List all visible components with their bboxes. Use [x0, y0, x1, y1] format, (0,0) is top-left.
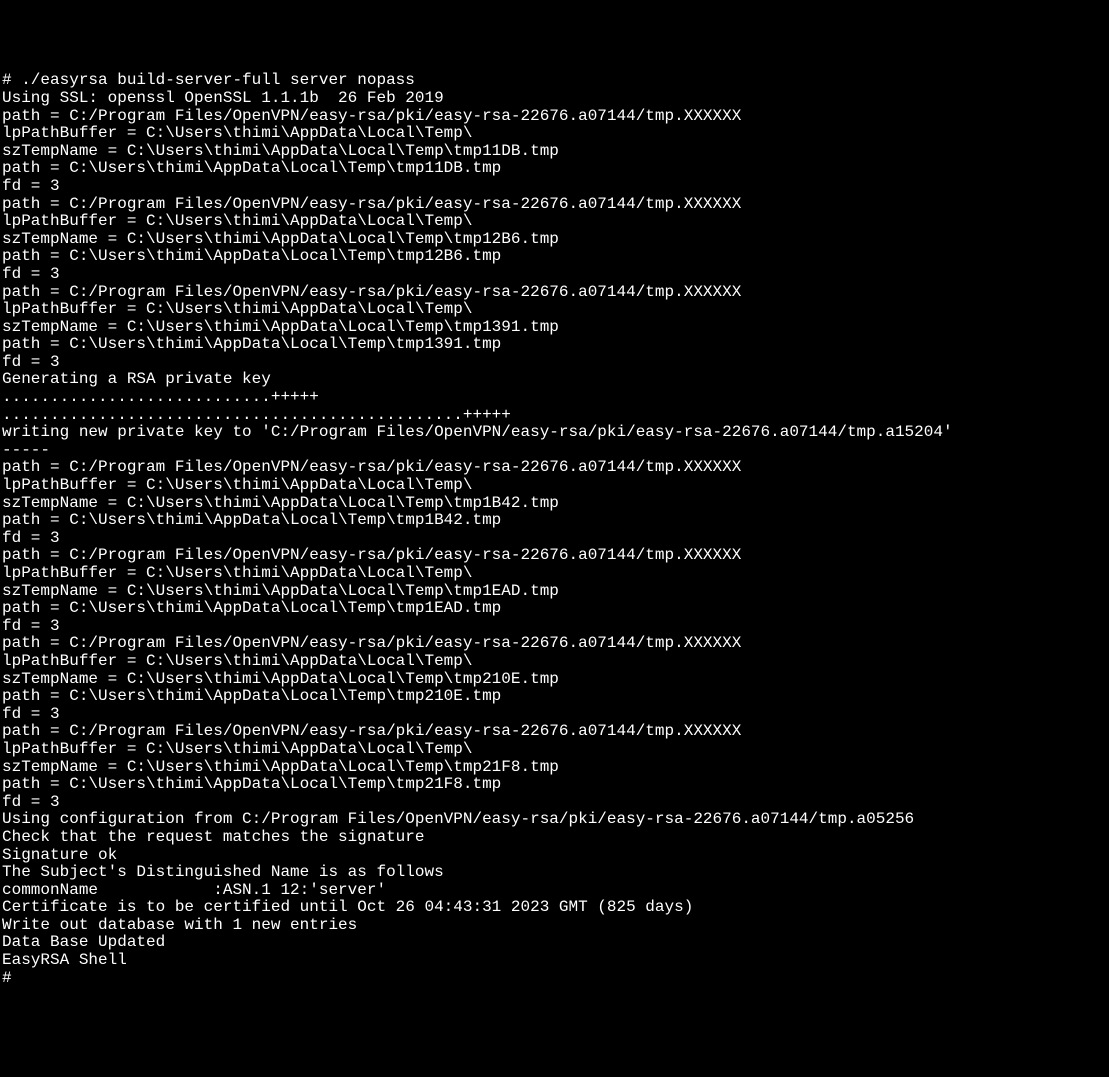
terminal-line: #: [2, 970, 1107, 988]
terminal-line: fd = 3: [2, 266, 1107, 284]
terminal-line: fd = 3: [2, 794, 1107, 812]
terminal-line: ........................................…: [2, 407, 1107, 425]
terminal-line: fd = 3: [2, 354, 1107, 372]
terminal-line: szTempName = C:\Users\thimi\AppData\Loca…: [2, 671, 1107, 689]
terminal-line: path = C:/Program Files/OpenVPN/easy-rsa…: [2, 108, 1107, 126]
terminal-line: Data Base Updated: [2, 934, 1107, 952]
terminal-line: lpPathBuffer = C:\Users\thimi\AppData\Lo…: [2, 301, 1107, 319]
terminal-line: path = C:/Program Files/OpenVPN/easy-rsa…: [2, 635, 1107, 653]
terminal-line: EasyRSA Shell: [2, 952, 1107, 970]
terminal-line: path = C:/Program Files/OpenVPN/easy-rsa…: [2, 459, 1107, 477]
terminal-line: Check that the request matches the signa…: [2, 829, 1107, 847]
terminal-output[interactable]: # ./easyrsa build-server-full server nop…: [2, 72, 1107, 987]
terminal-line: szTempName = C:\Users\thimi\AppData\Loca…: [2, 143, 1107, 161]
terminal-line: path = C:/Program Files/OpenVPN/easy-rsa…: [2, 723, 1107, 741]
terminal-line: szTempName = C:\Users\thimi\AppData\Loca…: [2, 583, 1107, 601]
terminal-line: The Subject's Distinguished Name is as f…: [2, 864, 1107, 882]
terminal-line: szTempName = C:\Users\thimi\AppData\Loca…: [2, 231, 1107, 249]
terminal-line: lpPathBuffer = C:\Users\thimi\AppData\Lo…: [2, 477, 1107, 495]
terminal-line: szTempName = C:\Users\thimi\AppData\Loca…: [2, 495, 1107, 513]
terminal-line: writing new private key to 'C:/Program F…: [2, 424, 1107, 442]
terminal-line: path = C:/Program Files/OpenVPN/easy-rsa…: [2, 547, 1107, 565]
terminal-line: path = C:/Program Files/OpenVPN/easy-rsa…: [2, 284, 1107, 302]
terminal-line: lpPathBuffer = C:\Users\thimi\AppData\Lo…: [2, 741, 1107, 759]
terminal-line: Write out database with 1 new entries: [2, 917, 1107, 935]
terminal-line: lpPathBuffer = C:\Users\thimi\AppData\Lo…: [2, 565, 1107, 583]
terminal-line: -----: [2, 442, 1107, 460]
terminal-line: path = C:\Users\thimi\AppData\Local\Temp…: [2, 160, 1107, 178]
terminal-line: fd = 3: [2, 530, 1107, 548]
terminal-line: fd = 3: [2, 618, 1107, 636]
terminal-line: Using configuration from C:/Program File…: [2, 811, 1107, 829]
terminal-line: path = C:\Users\thimi\AppData\Local\Temp…: [2, 600, 1107, 618]
terminal-line: Signature ok: [2, 847, 1107, 865]
terminal-line: Using SSL: openssl OpenSSL 1.1.1b 26 Feb…: [2, 90, 1107, 108]
terminal-line: commonName :ASN.1 12:'server': [2, 882, 1107, 900]
terminal-line: szTempName = C:\Users\thimi\AppData\Loca…: [2, 319, 1107, 337]
terminal-line: ............................+++++: [2, 389, 1107, 407]
terminal-line: path = C:\Users\thimi\AppData\Local\Temp…: [2, 336, 1107, 354]
terminal-line: # ./easyrsa build-server-full server nop…: [2, 72, 1107, 90]
terminal-line: fd = 3: [2, 178, 1107, 196]
terminal-line: lpPathBuffer = C:\Users\thimi\AppData\Lo…: [2, 213, 1107, 231]
terminal-line: szTempName = C:\Users\thimi\AppData\Loca…: [2, 759, 1107, 777]
terminal-line: fd = 3: [2, 706, 1107, 724]
terminal-line: lpPathBuffer = C:\Users\thimi\AppData\Lo…: [2, 125, 1107, 143]
terminal-line: path = C:\Users\thimi\AppData\Local\Temp…: [2, 248, 1107, 266]
terminal-line: path = C:\Users\thimi\AppData\Local\Temp…: [2, 688, 1107, 706]
terminal-line: path = C:/Program Files/OpenVPN/easy-rsa…: [2, 196, 1107, 214]
terminal-line: path = C:\Users\thimi\AppData\Local\Temp…: [2, 512, 1107, 530]
terminal-line: Generating a RSA private key: [2, 371, 1107, 389]
terminal-line: lpPathBuffer = C:\Users\thimi\AppData\Lo…: [2, 653, 1107, 671]
terminal-line: path = C:\Users\thimi\AppData\Local\Temp…: [2, 776, 1107, 794]
terminal-line: Certificate is to be certified until Oct…: [2, 899, 1107, 917]
